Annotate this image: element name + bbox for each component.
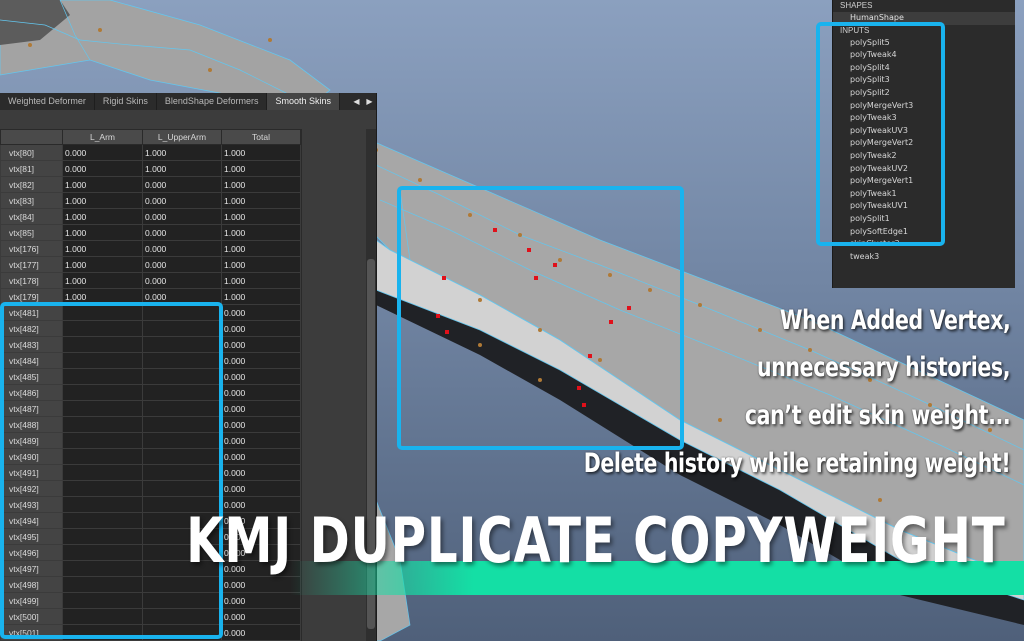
weight-cell[interactable]: 1.000 [62,224,143,241]
weight-cell[interactable]: 0.000 [142,208,222,225]
total-cell: 0.000 [221,304,301,321]
tab-scroll-left-icon[interactable]: ◀ [353,97,359,106]
total-cell: 0.000 [221,352,301,369]
total-cell: 0.000 [221,576,301,593]
caption-line-3: can’t edit skin weight... [744,400,1010,431]
vertex-label[interactable]: vtx[176] [0,240,63,257]
total-cell: 0.000 [221,416,301,433]
table-row: vtx[176] 1.000 0.000 1.000 [0,240,301,257]
weight-cell[interactable]: 0.000 [142,240,222,257]
total-cell: 1.000 [221,144,301,161]
weight-cell[interactable]: 0.000 [142,176,222,193]
table-row: vtx[82] 1.000 0.000 1.000 [0,176,301,193]
vertex-label[interactable]: vtx[80] [0,144,63,161]
weight-cell[interactable]: 0.000 [62,144,143,161]
vertex-label[interactable]: vtx[84] [0,208,63,225]
total-cell: 0.000 [221,368,301,385]
table-row: vtx[83] 1.000 0.000 1.000 [0,192,301,209]
weight-cell[interactable]: 0.000 [62,160,143,177]
vertex-label[interactable]: vtx[81] [0,160,63,177]
weight-cell[interactable]: 1.000 [142,160,222,177]
column-header [0,129,63,145]
weight-cell[interactable]: 1.000 [62,272,143,289]
total-cell: 0.000 [221,400,301,417]
total-cell: 1.000 [221,288,301,305]
total-cell: 1.000 [221,208,301,225]
history-input-item[interactable]: tweak3 [833,251,1015,264]
column-header: Total [221,129,301,145]
table-header-row: L_Arm L_UpperArm Total [0,129,301,145]
total-cell: 0.000 [221,624,301,641]
total-cell: 0.000 [221,592,301,609]
weight-cell[interactable]: 1.000 [62,176,143,193]
table-row: vtx[84] 1.000 0.000 1.000 [0,208,301,225]
vertex-label[interactable]: vtx[82] [0,176,63,193]
weight-cell[interactable]: 1.000 [62,192,143,209]
column-header[interactable]: L_UpperArm [142,129,222,145]
highlight-history-inputs [816,22,945,246]
total-cell: 0.000 [221,448,301,465]
total-cell: 0.000 [221,608,301,625]
caption-line-2: unnecessary histories, [756,352,1011,383]
weight-cell[interactable]: 1.000 [62,208,143,225]
table-row: vtx[178] 1.000 0.000 1.000 [0,272,301,289]
column-header[interactable]: L_Arm [62,129,143,145]
tab-rigid-skins[interactable]: Rigid Skins [95,93,157,110]
weight-cell[interactable]: 0.000 [142,192,222,209]
total-cell: 1.000 [221,240,301,257]
total-cell: 0.000 [221,464,301,481]
table-row: vtx[177] 1.000 0.000 1.000 [0,256,301,273]
total-cell: 0.000 [221,320,301,337]
weight-cell[interactable]: 1.000 [62,240,143,257]
total-cell: 0.000 [221,336,301,353]
tab-scroll-right-icon[interactable]: ▶ [366,97,372,106]
weight-cell[interactable]: 0.000 [142,224,222,241]
total-cell: 0.000 [221,384,301,401]
caption-line-4: Delete history while retaining weight! [583,448,1010,479]
weight-cell[interactable]: 0.000 [142,256,222,273]
caption-line-1: When Added Vertex, [779,305,1010,336]
total-cell: 1.000 [221,160,301,177]
vertex-label[interactable]: vtx[178] [0,272,63,289]
vertex-label[interactable]: vtx[85] [0,224,63,241]
table-row: vtx[81] 0.000 1.000 1.000 [0,160,301,177]
total-cell: 0.000 [221,480,301,497]
tab-weighted-deformer[interactable]: Weighted Deformer [0,93,95,110]
tab-blendshape-deformers[interactable]: BlendShape Deformers [157,93,268,110]
vertex-label[interactable]: vtx[83] [0,192,63,209]
weight-cell[interactable]: 1.000 [62,256,143,273]
tab-bar: Weighted Deformer Rigid Skins BlendShape… [0,93,376,110]
tab-scroll-arrows: ◀ ▶ [350,93,376,110]
weight-cell[interactable]: 1.000 [142,144,222,161]
shapes-header: SHAPES [840,1,873,10]
table-row: vtx[80] 0.000 1.000 1.000 [0,144,301,161]
table-row: vtx[85] 1.000 0.000 1.000 [0,224,301,241]
total-cell: 1.000 [221,176,301,193]
highlight-empty-weights [0,302,223,639]
tab-smooth-skins[interactable]: Smooth Skins [267,93,340,110]
total-cell: 1.000 [221,272,301,289]
total-cell: 0.000 [221,432,301,449]
vertex-label[interactable]: vtx[177] [0,256,63,273]
total-cell: 1.000 [221,256,301,273]
weight-cell[interactable]: 0.000 [142,272,222,289]
total-cell: 1.000 [221,192,301,209]
highlight-added-vertices [397,186,684,450]
total-cell: 1.000 [221,224,301,241]
product-title: KMJ DUPLICATE COPYWEIGHT [186,504,1006,577]
